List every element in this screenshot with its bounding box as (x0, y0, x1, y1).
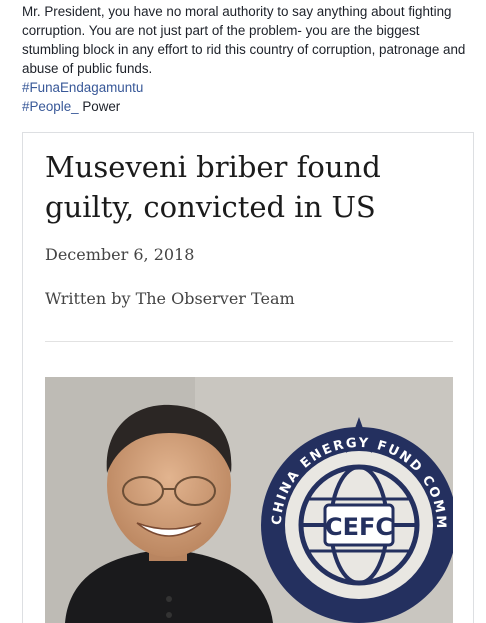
hashtag-suffix: Power (78, 99, 121, 114)
article-headline[interactable]: Museveni briber found guilty, convicted … (45, 147, 465, 227)
article-date: December 6, 2018 (45, 245, 195, 264)
hashtag-people-power[interactable]: #People_ Power (22, 97, 474, 116)
hashtag-label[interactable]: #People_ (22, 99, 79, 114)
shared-article-card[interactable]: Museveni briber found guilty, convicted … (22, 132, 474, 623)
article-byline: Written by The Observer Team (45, 289, 295, 308)
divider (45, 341, 453, 342)
post-body: Mr. President, you have no moral authori… (22, 2, 474, 116)
post-message: Mr. President, you have no moral authori… (22, 4, 466, 76)
cefc-logo-text: CEFC (325, 513, 393, 541)
article-photo[interactable]: CEFC CHINA ENERGY FUND COMMITTEE (45, 377, 453, 623)
hashtag-funaendagamuntu[interactable]: #FunaEndagamuntu (22, 78, 474, 97)
hashtag-label[interactable]: #FunaEndagamuntu (22, 80, 143, 95)
